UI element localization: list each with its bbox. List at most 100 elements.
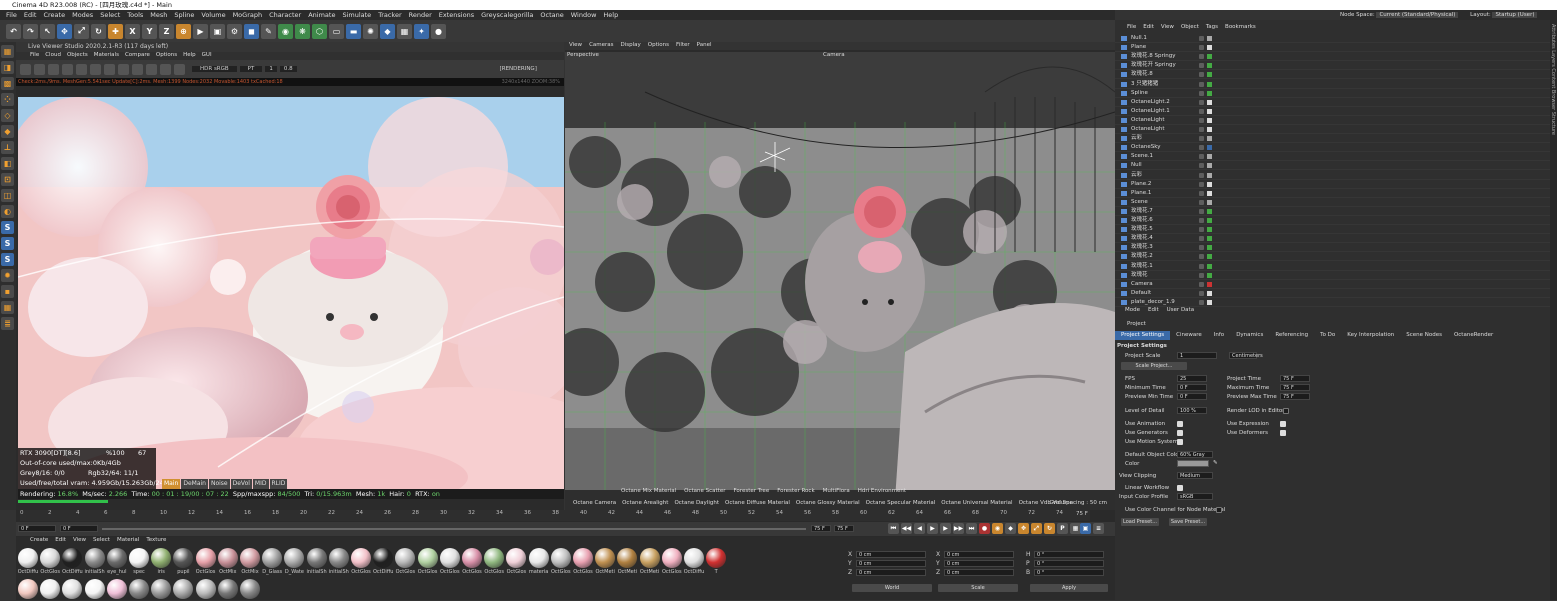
edges-mode-icon[interactable]: ◇ bbox=[1, 109, 14, 122]
attr-tab-7[interactable]: Scene Nodes bbox=[1400, 331, 1448, 340]
octane-s3-icon[interactable]: S bbox=[1, 253, 14, 266]
make-editable-icon[interactable]: ▦ bbox=[1, 45, 14, 58]
object-menu-item-3[interactable]: Object bbox=[1181, 20, 1199, 34]
scale-tool-icon[interactable]: ⤢ bbox=[74, 23, 89, 39]
object-tag-icon[interactable] bbox=[1207, 190, 1212, 196]
save-preset-button[interactable]: Save Preset... bbox=[1169, 518, 1207, 526]
material-ball-30[interactable] bbox=[684, 548, 704, 568]
stop-render-icon[interactable] bbox=[62, 63, 73, 75]
next-frame-icon[interactable]: ▶ bbox=[940, 523, 951, 534]
octane-object-0-4[interactable]: MultiFlora bbox=[823, 488, 850, 494]
attr-tab-4[interactable]: Referencing bbox=[1269, 331, 1314, 340]
octane-object-1-1[interactable]: Octane Arealight bbox=[622, 500, 668, 506]
material-ball-2[interactable] bbox=[62, 548, 83, 568]
material-menu-item-2[interactable]: View bbox=[73, 537, 86, 546]
object-tag-icon[interactable] bbox=[1207, 163, 1212, 169]
camera-icon[interactable]: ▬ bbox=[346, 23, 361, 39]
octane-object-1-5[interactable]: Octane Specular Material bbox=[866, 500, 936, 506]
object-visibility-check[interactable] bbox=[1199, 254, 1204, 260]
object-tag-icon[interactable] bbox=[1207, 72, 1212, 78]
lv-menu-item-5[interactable]: Options bbox=[156, 52, 177, 60]
key-rot-icon[interactable]: ↻ bbox=[1044, 523, 1055, 534]
clay-mode-icon[interactable] bbox=[146, 63, 157, 75]
object-visibility-check[interactable] bbox=[1199, 190, 1204, 196]
object-row-25[interactable]: 玫瑰花.1 bbox=[1115, 262, 1550, 271]
region-icon[interactable] bbox=[90, 63, 101, 75]
attr-tab-3[interactable]: Dynamics bbox=[1230, 331, 1269, 340]
menu-item-17[interactable]: Octane bbox=[540, 10, 563, 20]
use-deformers-checkbox[interactable] bbox=[1280, 430, 1286, 436]
subdivision-icon[interactable]: ◉ bbox=[278, 23, 293, 39]
scale-project-button[interactable]: Scale Project... bbox=[1121, 362, 1187, 370]
object-tag-icon[interactable] bbox=[1207, 181, 1212, 187]
linear-workflow-checkbox[interactable] bbox=[1177, 485, 1183, 491]
render-image[interactable] bbox=[18, 97, 564, 489]
material-ball-5[interactable] bbox=[129, 548, 149, 568]
bend-icon[interactable]: ⬡ bbox=[312, 23, 327, 39]
object-visibility-check[interactable] bbox=[1199, 72, 1204, 78]
material-ball-22[interactable] bbox=[506, 548, 527, 568]
layout-select[interactable]: Startup (User) bbox=[1492, 12, 1538, 18]
object-visibility-check[interactable] bbox=[1199, 263, 1204, 269]
object-row-19[interactable]: 玫瑰花.7 bbox=[1115, 207, 1550, 216]
sculpt-icon[interactable]: ✦ bbox=[414, 23, 429, 39]
material-ball-8[interactable] bbox=[195, 548, 216, 568]
object-row-28[interactable]: Default bbox=[1115, 289, 1550, 298]
object-visibility-check[interactable] bbox=[1199, 281, 1204, 287]
move-tool-icon[interactable]: ✥ bbox=[57, 23, 72, 39]
object-visibility-check[interactable] bbox=[1199, 272, 1204, 278]
coord-x-field-0[interactable]: 0 cm bbox=[944, 551, 1014, 558]
attr-tab-2[interactable]: Info bbox=[1208, 331, 1230, 340]
lv-menu-item-1[interactable]: Cloud bbox=[45, 52, 61, 60]
lv-menu-item-0[interactable]: File bbox=[30, 52, 39, 60]
material-ball-29[interactable] bbox=[661, 548, 682, 568]
preview-min-field[interactable]: 0 F bbox=[1177, 393, 1207, 400]
object-visibility-check[interactable] bbox=[1199, 108, 1204, 114]
object-tag-icon[interactable] bbox=[1207, 236, 1212, 242]
keyframe-icon[interactable]: ◆ bbox=[1005, 523, 1016, 534]
load-preset-button[interactable]: Load Preset... bbox=[1121, 518, 1159, 526]
subsample-icon[interactable] bbox=[160, 63, 171, 75]
object-visibility-check[interactable] bbox=[1199, 45, 1204, 51]
material-ball-17[interactable] bbox=[395, 548, 416, 568]
material-ball-15[interactable] bbox=[351, 548, 371, 568]
frame-end-field[interactable]: 75 F bbox=[811, 525, 831, 532]
project-scale-unit[interactable]: Centimeters bbox=[1229, 352, 1263, 359]
workplane-icon[interactable]: ◫ bbox=[1, 189, 14, 202]
object-visibility-check[interactable] bbox=[1199, 208, 1204, 214]
object-visibility-check[interactable] bbox=[1199, 236, 1204, 242]
pick-object-icon[interactable] bbox=[132, 63, 143, 75]
octane-object-0-2[interactable]: Forester Tree bbox=[733, 488, 769, 494]
material-ball-6[interactable] bbox=[151, 548, 172, 568]
material-ball-14[interactable] bbox=[328, 548, 349, 568]
object-visibility-check[interactable] bbox=[1199, 154, 1204, 160]
material-ball-16[interactable] bbox=[373, 548, 394, 568]
object-tag-icon[interactable] bbox=[1207, 81, 1212, 87]
min-time-field[interactable]: 0 F bbox=[1177, 384, 1207, 391]
object-row-20[interactable]: 玫瑰花.6 bbox=[1115, 216, 1550, 225]
octane-s1-icon[interactable]: S bbox=[1, 221, 14, 234]
octane-object-1-6[interactable]: Octane Universal Material bbox=[941, 500, 1012, 506]
material-ball-19[interactable] bbox=[439, 548, 460, 568]
points-mode-icon[interactable]: ⁘ bbox=[1, 93, 14, 106]
apply-button[interactable]: Apply bbox=[1030, 584, 1108, 592]
object-tag-icon[interactable] bbox=[1207, 245, 1212, 251]
material-ball-9[interactable] bbox=[217, 548, 238, 568]
octane-object-1-0[interactable]: Octane Camera bbox=[573, 500, 616, 506]
timeline-slider[interactable] bbox=[102, 528, 806, 530]
material-ball-28[interactable] bbox=[639, 548, 660, 568]
object-menu-item-5[interactable]: Bookmarks bbox=[1225, 20, 1256, 34]
color-swatch[interactable] bbox=[1177, 460, 1209, 467]
material-ball-row2-8[interactable] bbox=[195, 579, 216, 599]
material-ball-4[interactable] bbox=[106, 548, 127, 568]
attr-tab-5[interactable]: To Do bbox=[1314, 331, 1341, 340]
object-tag-icon[interactable] bbox=[1207, 127, 1212, 132]
object-row-7[interactable]: OctaneLight.2 bbox=[1115, 98, 1550, 107]
object-row-1[interactable]: Plane bbox=[1115, 43, 1550, 53]
material-ball-13[interactable] bbox=[306, 548, 327, 568]
fps-field[interactable]: 25 bbox=[1177, 375, 1207, 382]
material-menu-item-1[interactable]: Edit bbox=[55, 537, 66, 546]
material-ball-27[interactable] bbox=[617, 548, 638, 568]
node-space-select[interactable]: Current (Standard/Physical) bbox=[1376, 12, 1459, 18]
pick-material-icon[interactable] bbox=[118, 63, 129, 75]
